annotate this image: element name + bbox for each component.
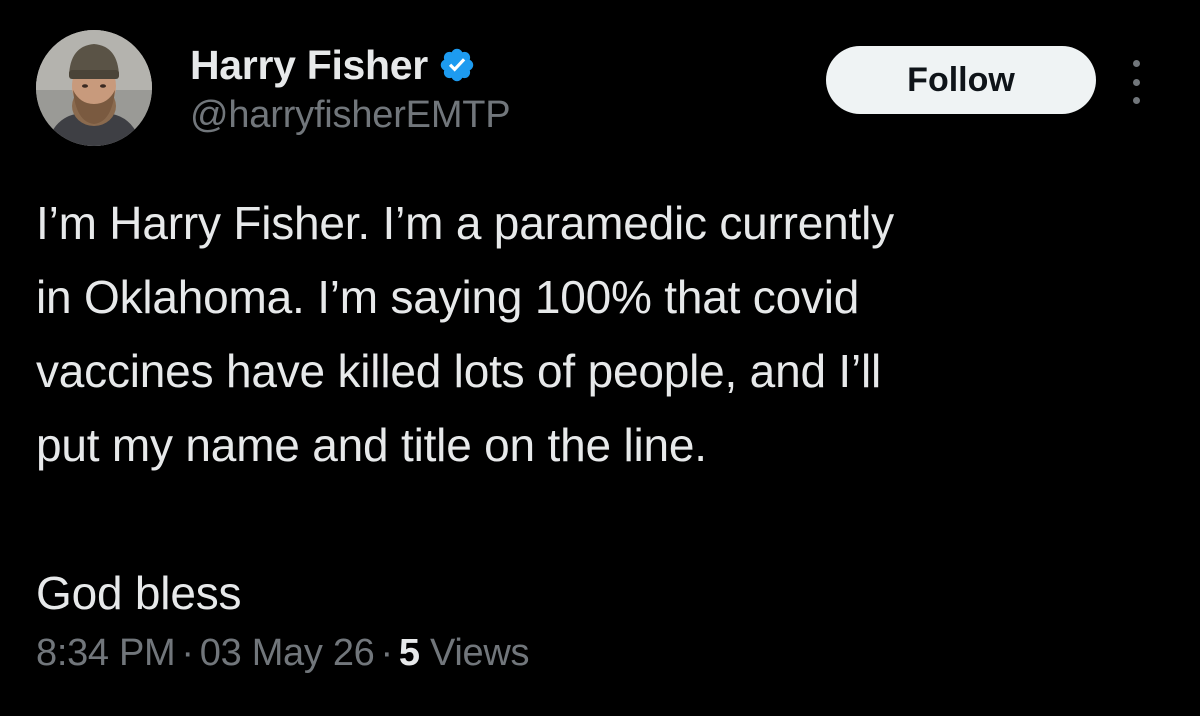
more-dot [1132,78,1140,86]
tweet-body: I’m Harry Fisher. I’m a paramedic curren… [36,186,1166,630]
tweet-line: I’m Harry Fisher. I’m a paramedic curren… [36,197,894,249]
follow-button[interactable]: Follow [826,46,1096,114]
meta-separator: · [380,632,394,674]
tweet-time[interactable]: 8:34 PM [36,632,176,674]
tweet-closing: God bless [36,567,242,619]
views-label: Views [430,632,530,674]
avatar[interactable] [36,30,152,146]
author-display-name[interactable]: Harry Fisher [190,42,428,89]
views-count[interactable]: 5 [399,632,420,674]
more-options-icon[interactable] [1122,60,1150,104]
tweet-line: put my name and title on the line. [36,419,707,471]
author-handle[interactable]: @harryfisherEMTP [190,94,511,137]
more-dot [1132,97,1140,104]
meta-separator: · [181,632,194,674]
tweet-meta: 8:34 PM · 03 May 26 · 5 Views [36,632,529,675]
author-identity: Harry Fisher @harryfisherEMTP [190,42,511,137]
tweet-date[interactable]: 03 May 26 [200,632,375,674]
more-dot [1132,60,1140,67]
tweet-header: Harry Fisher @harryfisherEMTP Follow [36,30,1166,154]
avatar-image [36,30,152,146]
tweet-line: in Oklahoma. I’m saying 100% that covid [36,271,860,323]
tweet-paragraph: I’m Harry Fisher. I’m a paramedic curren… [36,186,1166,482]
tweet-line: vaccines have killed lots of people, and… [36,345,882,397]
verified-badge-icon[interactable] [438,46,476,84]
name-row: Harry Fisher [190,42,510,88]
